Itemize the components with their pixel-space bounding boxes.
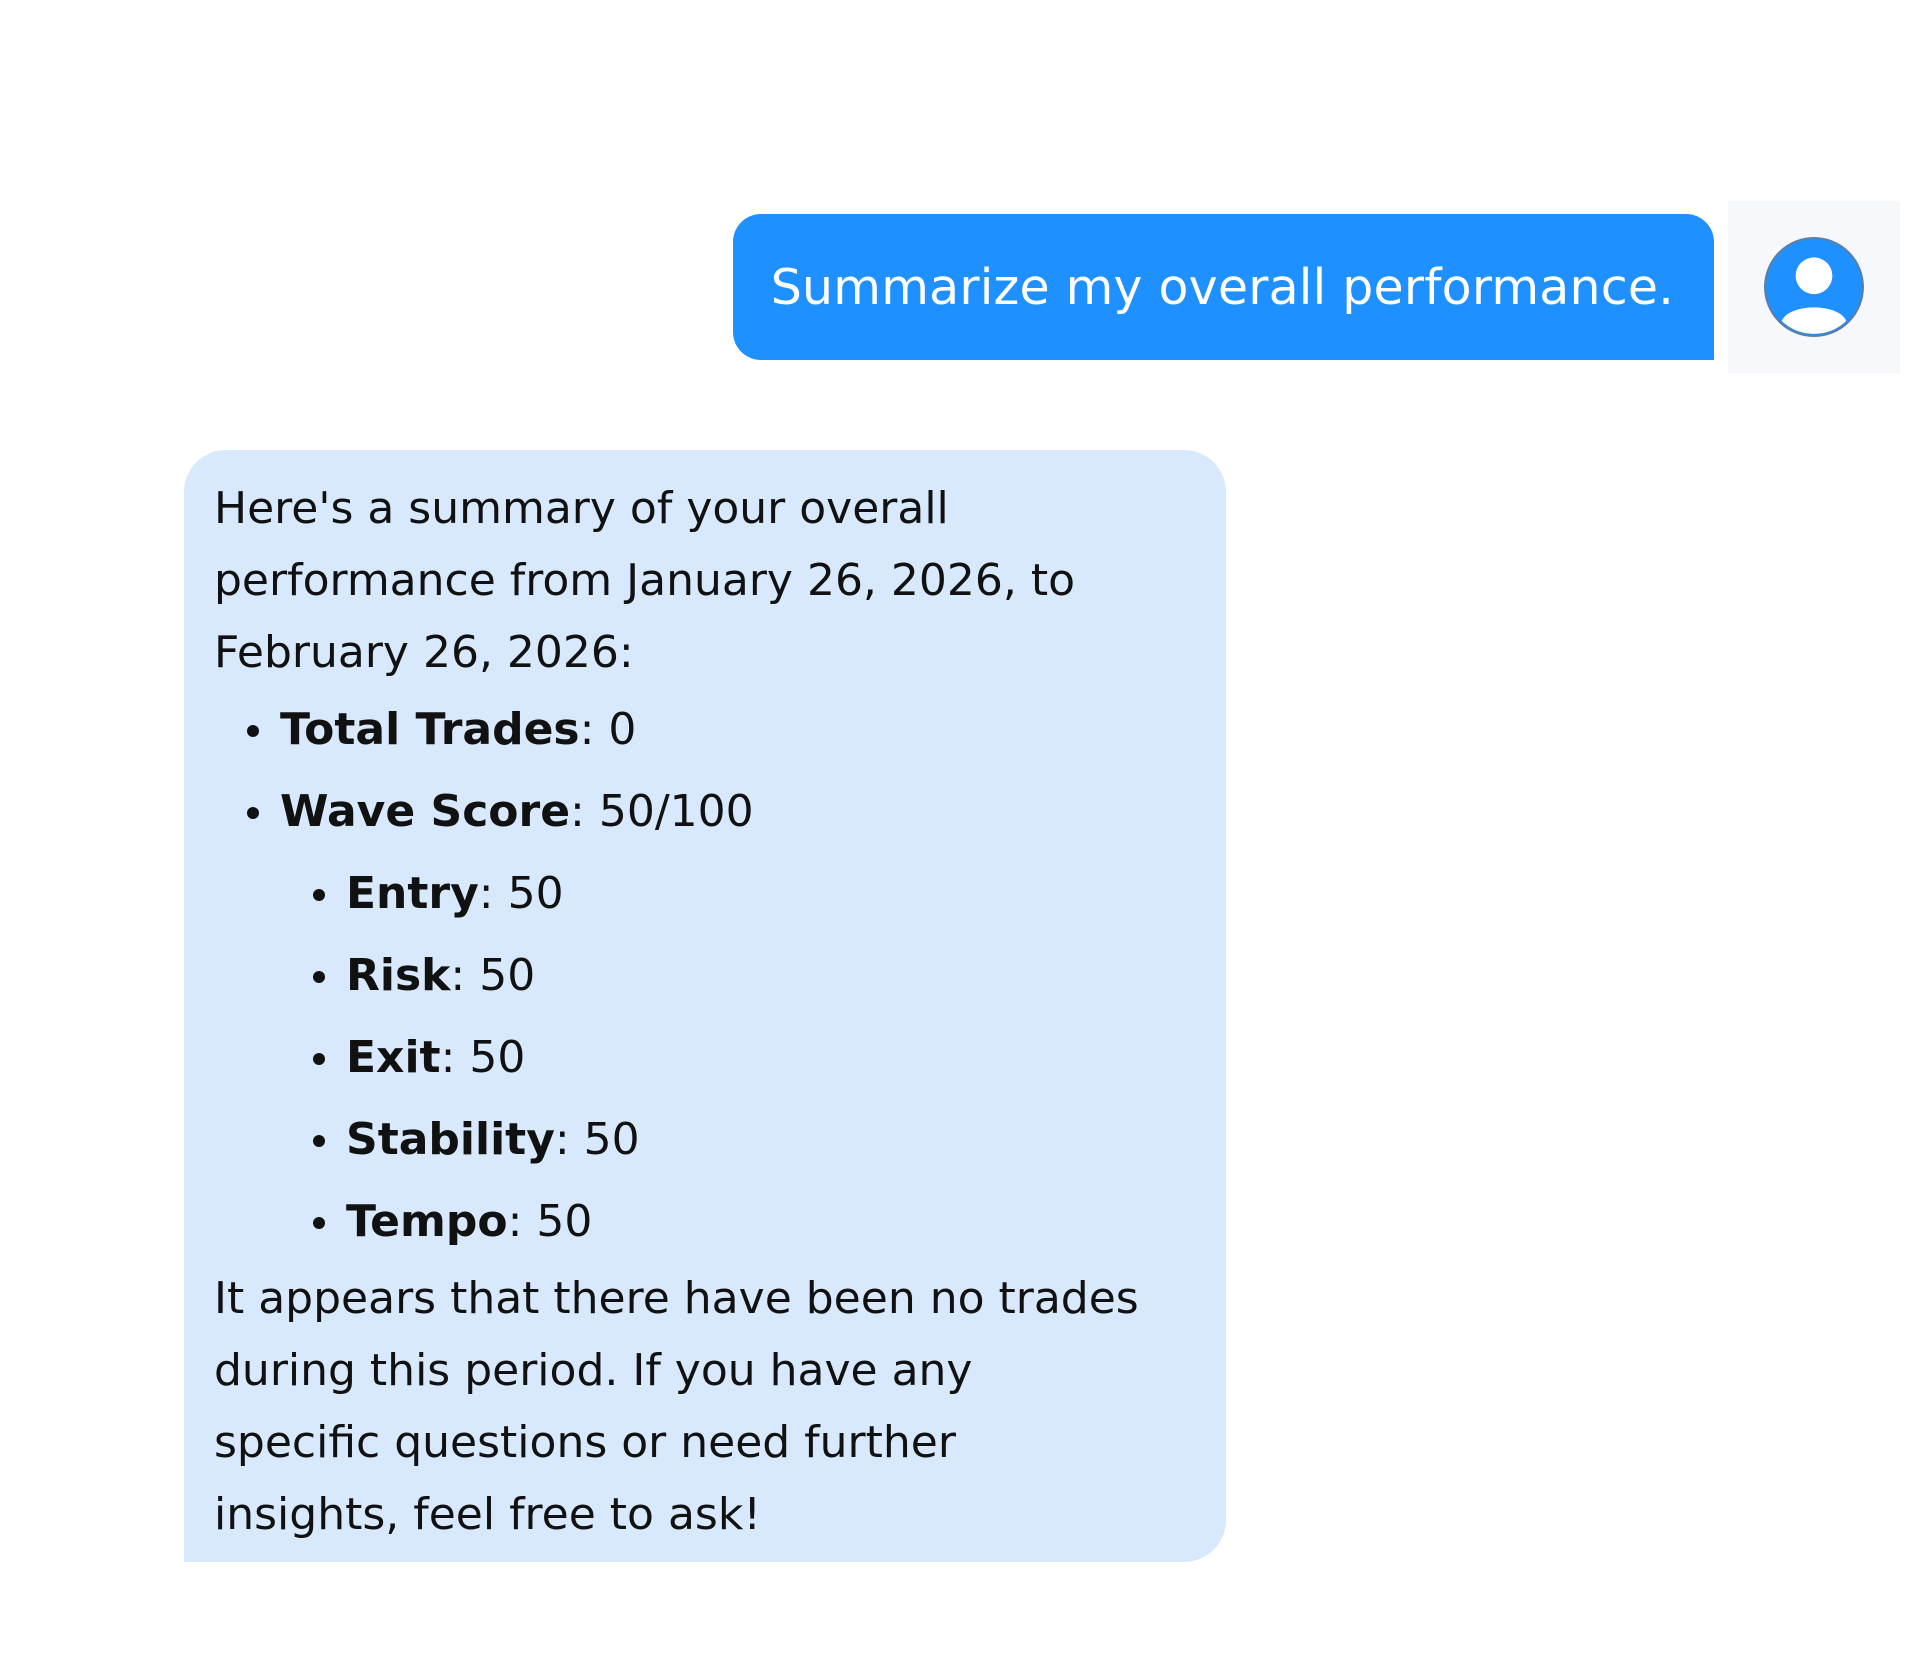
bullet xyxy=(313,889,325,901)
bullet xyxy=(313,1217,325,1229)
list-item-wave-score: Wave Score: 50/100 xyxy=(214,771,1196,853)
item-value: : 0 xyxy=(579,704,637,755)
item-value: : 50/100 xyxy=(570,786,754,837)
item-value: : 50 xyxy=(554,1114,640,1165)
list-item-exit: Exit: 50 xyxy=(214,1017,1196,1099)
bullet xyxy=(313,1135,325,1147)
list-item-entry: Entry: 50 xyxy=(214,853,1196,935)
intro-line: Here's a summary of your overall xyxy=(214,483,949,534)
bullet xyxy=(313,971,325,983)
outro-line: specific questions or need further xyxy=(214,1417,956,1468)
list-item-risk: Risk: 50 xyxy=(214,935,1196,1017)
user-message-text: Summarize my overall performance. xyxy=(770,258,1674,316)
intro-paragraph: Here's a summary of your overall perform… xyxy=(214,473,1196,689)
item-value: : 50 xyxy=(478,868,564,919)
bullet xyxy=(247,807,259,819)
chat-window: Summarize my overall performance. Here's… xyxy=(0,0,1920,1670)
list-item-total-trades: Total Trades: 0 xyxy=(214,689,1196,771)
outro-line: insights, feel free to ask! xyxy=(214,1489,761,1540)
assistant-message-bubble: Here's a summary of your overall perform… xyxy=(184,450,1226,1562)
user-avatar-icon xyxy=(1764,237,1864,337)
bullet xyxy=(247,725,259,737)
item-label: Total Trades xyxy=(280,704,580,755)
item-label: Entry xyxy=(346,868,479,919)
user-avatar[interactable] xyxy=(1728,201,1900,373)
user-message-row: Summarize my overall performance. xyxy=(732,201,1900,373)
item-value: : 50 xyxy=(440,1032,526,1083)
summary-list: Total Trades: 0 Wave Score: 50/100 Entry… xyxy=(214,689,1196,1263)
item-label: Risk xyxy=(346,950,451,1001)
item-value: : 50 xyxy=(450,950,536,1001)
intro-line: February 26, 2026: xyxy=(214,627,634,678)
list-item-tempo: Tempo: 50 xyxy=(214,1181,1196,1263)
bullet xyxy=(313,1053,325,1065)
item-label: Exit xyxy=(346,1032,441,1083)
list-item-stability: Stability: 50 xyxy=(214,1099,1196,1181)
item-label: Tempo xyxy=(346,1196,508,1247)
intro-line: performance from January 26, 2026, to xyxy=(214,555,1076,606)
outro-line: during this period. If you have any xyxy=(214,1345,973,1396)
item-label: Stability xyxy=(346,1114,555,1165)
user-message-bubble: Summarize my overall performance. xyxy=(732,214,1714,360)
outro-line: It appears that there have been no trade… xyxy=(214,1273,1139,1324)
item-value: : 50 xyxy=(507,1196,593,1247)
item-label: Wave Score xyxy=(280,786,571,837)
outro-paragraph: It appears that there have been no trade… xyxy=(214,1263,1196,1551)
